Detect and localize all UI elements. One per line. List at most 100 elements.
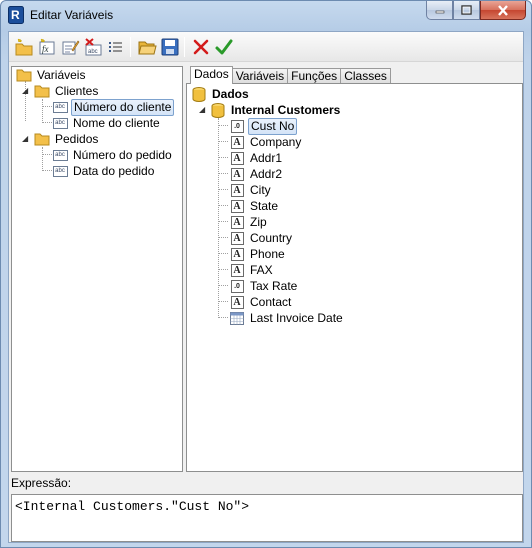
- toolbar: fx abc: [9, 32, 523, 62]
- tree-item-data-pedido[interactable]: abc Data do pedido: [52, 163, 156, 179]
- data-field-row[interactable]: A Company: [229, 134, 303, 150]
- close-icon: [498, 4, 508, 16]
- maximize-icon: [461, 5, 472, 15]
- number-field-icon: .0: [229, 278, 245, 294]
- data-field-row[interactable]: A Addr2: [229, 166, 284, 182]
- data-field-row[interactable]: A City: [229, 182, 273, 198]
- data-field-row[interactable]: A FAX: [229, 262, 275, 278]
- svg-text:fx: fx: [42, 44, 49, 54]
- data-field-row[interactable]: .0 Cust No: [229, 117, 298, 135]
- variables-tree[interactable]: Variáveis ◢ Clientes abc Número do clien…: [11, 66, 183, 472]
- edit-icon: [62, 40, 80, 55]
- text-field-icon: A: [229, 198, 245, 214]
- maximize-button[interactable]: [453, 1, 480, 20]
- collapse-arrow-icon[interactable]: ◢: [22, 135, 30, 143]
- save-icon: [161, 38, 179, 56]
- abc-field-icon: abc: [52, 115, 68, 131]
- data-field-row[interactable]: A Contact: [229, 294, 293, 310]
- data-field-row[interactable]: A Addr1: [229, 150, 284, 166]
- group-label: Clientes: [55, 83, 99, 98]
- data-field-row[interactable]: .0 Tax Rate: [229, 278, 299, 294]
- text-field-icon: A: [229, 134, 245, 150]
- folder-icon: [34, 131, 50, 147]
- editor-window: R Editar Variáveis fx abc Variáveis ◢ Cl…: [0, 0, 532, 548]
- expression-field[interactable]: <Internal Customers."Cust No">: [11, 494, 523, 542]
- open-button[interactable]: [137, 37, 157, 57]
- save-button[interactable]: [160, 37, 180, 57]
- cancel-button[interactable]: [191, 37, 211, 57]
- minimize-button[interactable]: [426, 1, 453, 20]
- abc-field-icon: abc: [52, 147, 68, 163]
- item-label: Número do pedido: [73, 147, 172, 162]
- field-label: Last Invoice Date: [250, 310, 343, 325]
- data-root-label: Dados: [212, 86, 249, 101]
- database-icon: [191, 86, 207, 102]
- item-label: Nome do cliente: [73, 115, 160, 130]
- text-field-icon: A: [229, 262, 245, 278]
- data-table[interactable]: Internal Customers: [210, 102, 342, 118]
- number-field-icon: .0: [229, 118, 245, 134]
- data-root[interactable]: Dados: [191, 86, 251, 102]
- dialog-client: fx abc Variáveis ◢ Clientes abc Número d…: [8, 31, 524, 543]
- text-field-icon: A: [229, 214, 245, 230]
- field-label: Zip: [250, 214, 267, 229]
- data-field-row[interactable]: A Country: [229, 230, 294, 246]
- function-icon: fx: [39, 38, 55, 55]
- field-label: Addr1: [250, 150, 283, 165]
- calendar-field-icon: [229, 310, 245, 326]
- data-field-row[interactable]: A State: [229, 198, 280, 214]
- tree-group-pedidos[interactable]: Pedidos: [34, 131, 100, 147]
- item-label: Data do pedido: [73, 163, 155, 178]
- delete-button[interactable]: abc: [83, 37, 103, 57]
- close-button[interactable]: [480, 1, 526, 20]
- tab-variaveis[interactable]: Variáveis: [231, 68, 289, 84]
- list-button[interactable]: [106, 37, 126, 57]
- text-field-icon: A: [229, 294, 245, 310]
- folder-icon: [16, 67, 32, 83]
- field-label: FAX: [250, 262, 273, 277]
- tree-root-variaveis[interactable]: Variáveis: [16, 67, 87, 83]
- app-logo-icon: R: [8, 6, 24, 24]
- tab-dados[interactable]: Dados: [190, 66, 233, 84]
- tree-root-label: Variáveis: [37, 67, 86, 82]
- delete-icon: abc: [85, 38, 102, 56]
- check-icon: [215, 39, 233, 55]
- table-label: Internal Customers: [231, 102, 341, 117]
- new-variable-button[interactable]: fx: [37, 37, 57, 57]
- minimize-icon: [435, 10, 444, 14]
- abc-field-icon: abc: [52, 99, 68, 115]
- item-label: Número do cliente: [71, 98, 175, 116]
- collapse-arrow-icon[interactable]: ◢: [22, 87, 30, 95]
- data-field-row[interactable]: A Zip: [229, 214, 269, 230]
- field-label: Addr2: [250, 166, 283, 181]
- group-label: Pedidos: [55, 131, 99, 146]
- x-icon: [193, 39, 209, 55]
- field-label: State: [250, 198, 279, 213]
- database-icon: [210, 102, 226, 118]
- title-bar[interactable]: R Editar Variáveis: [1, 1, 531, 29]
- text-field-icon: A: [229, 246, 245, 262]
- data-field-row[interactable]: Last Invoice Date: [229, 310, 345, 326]
- tree-item-numero-pedido[interactable]: abc Número do pedido: [52, 147, 174, 163]
- text-field-icon: A: [229, 230, 245, 246]
- field-label: Company: [250, 134, 302, 149]
- tree-item-nome-cliente[interactable]: abc Nome do cliente: [52, 115, 162, 131]
- ok-button[interactable]: [214, 37, 234, 57]
- field-label: Phone: [250, 246, 285, 261]
- svg-text:R: R: [11, 8, 20, 22]
- edit-button[interactable]: [60, 37, 80, 57]
- data-field-row[interactable]: A Phone: [229, 246, 287, 262]
- text-field-icon: A: [229, 182, 245, 198]
- data-tree[interactable]: Dados ◢ Internal Customers .0 Cust No A Com…: [186, 83, 523, 472]
- tab-strip: Dados Variáveis Funções Classes: [190, 66, 391, 84]
- collapse-arrow-icon[interactable]: ◢: [199, 106, 207, 114]
- text-field-icon: A: [229, 166, 245, 182]
- tree-group-clientes[interactable]: Clientes: [34, 83, 100, 99]
- new-category-button[interactable]: [14, 37, 34, 57]
- tab-funcoes[interactable]: Funções: [287, 68, 342, 84]
- tab-classes[interactable]: Classes: [340, 68, 391, 84]
- open-folder-icon: [138, 41, 157, 55]
- field-label: Contact: [250, 294, 292, 309]
- tree-item-numero-cliente[interactable]: abc Número do cliente: [52, 98, 175, 116]
- window-title: Editar Variáveis: [30, 8, 114, 22]
